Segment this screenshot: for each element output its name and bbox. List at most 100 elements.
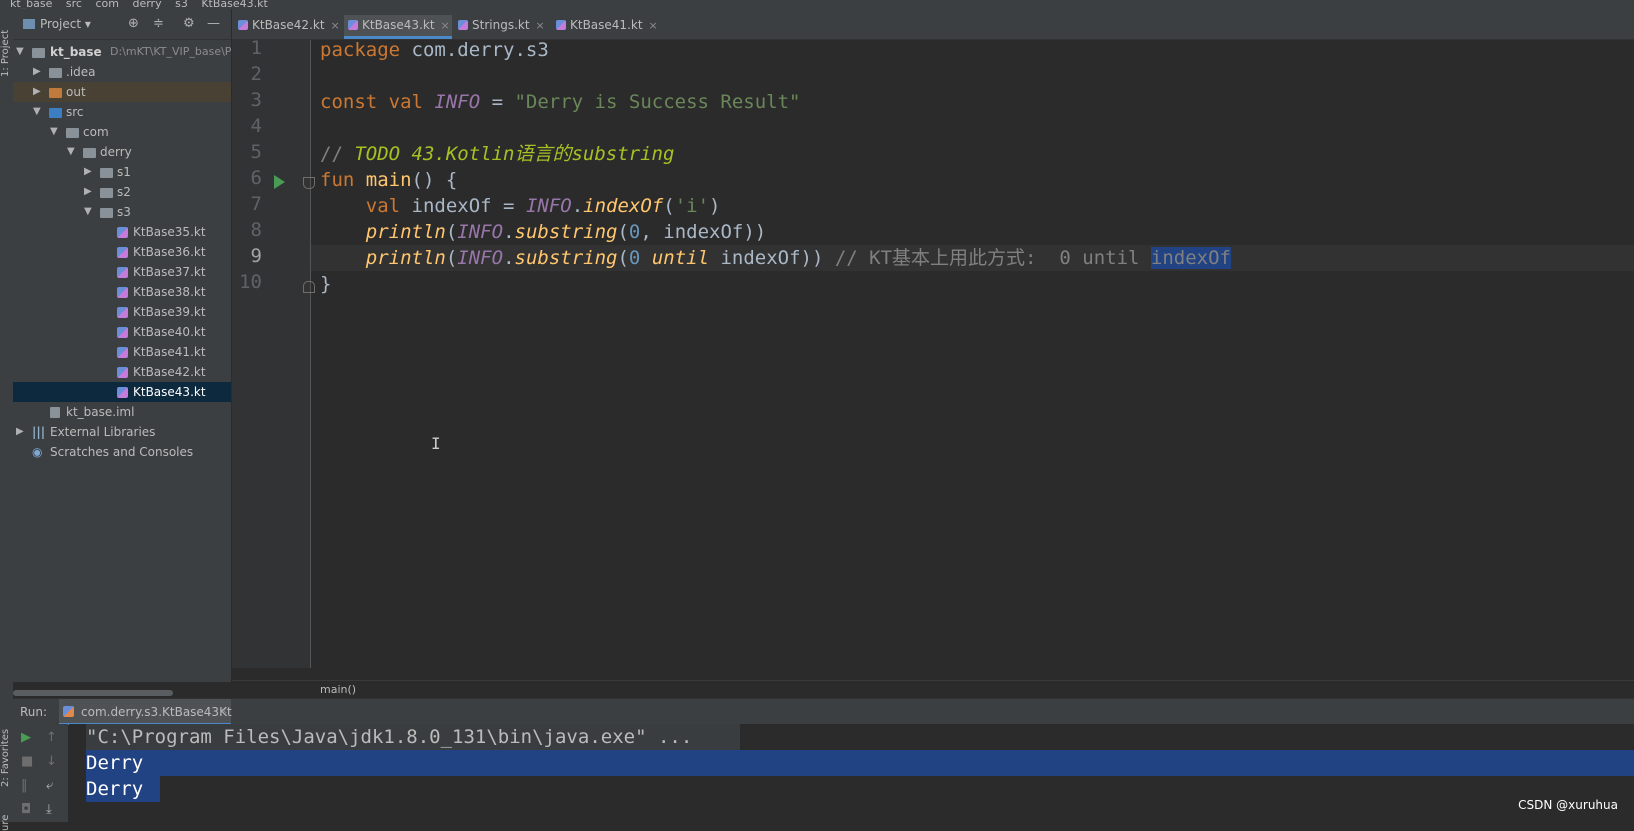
stop-icon[interactable]: ■ [21, 754, 33, 769]
line-number: 7 [250, 193, 262, 215]
project-view-selector[interactable]: Project ▾ [23, 17, 91, 31]
tree-item-s1[interactable]: ▶ s1 [13, 162, 231, 182]
chevron-down-icon: ▾ [84, 17, 91, 31]
close-icon[interactable]: × [441, 19, 450, 32]
close-icon[interactable]: × [219, 704, 228, 717]
chevron-down-icon[interactable]: ▼ [50, 122, 58, 142]
tree-file-ktbase39[interactable]: KtBase39.kt [13, 302, 231, 322]
crumb-derry[interactable]: derry [132, 0, 161, 9]
chevron-right-icon[interactable]: ▶ [84, 182, 92, 202]
kotlin-file-icon [458, 20, 468, 30]
crumb-file[interactable]: KtBase43.kt [201, 0, 268, 9]
favorites-tool-button[interactable]: 2: Favorites [0, 729, 11, 787]
rerun-icon[interactable]: ▶ [21, 730, 31, 745]
token-text: ( [663, 195, 675, 217]
token-text: ( [617, 247, 629, 269]
camera-icon[interactable]: ◘ [21, 802, 31, 817]
tab-label: KtBase41.kt [570, 18, 643, 32]
chevron-right-icon[interactable]: ▶ [84, 162, 92, 182]
tree-item-label: KtBase41.kt [133, 345, 206, 359]
locate-icon[interactable]: ⊕ [128, 16, 139, 31]
tree-item-label: KtBase38.kt [133, 285, 206, 299]
crumb-src[interactable]: src [66, 0, 82, 9]
crumb-com[interactable]: com [95, 0, 119, 9]
token-text: . [503, 221, 515, 243]
scratches-icon: ◉ [32, 445, 43, 459]
tree-horizontal-scrollbar[interactable] [13, 690, 173, 696]
chevron-down-icon[interactable]: ▼ [16, 42, 24, 62]
close-icon[interactable]: × [536, 19, 545, 32]
project-tool-button[interactable]: 1: Project [0, 30, 11, 77]
tree-item-label: src [66, 105, 84, 119]
close-icon[interactable]: × [331, 19, 340, 32]
tree-file-ktbase40[interactable]: KtBase40.kt [13, 322, 231, 342]
tree-item-out[interactable]: ▶ out [13, 82, 231, 102]
tree-item-src[interactable]: ▼ src [13, 102, 231, 122]
kotlin-file-icon [117, 327, 128, 338]
tree-item-com[interactable]: ▼ com [13, 122, 231, 142]
arrow-up-icon[interactable]: ↑ [46, 730, 57, 745]
kotlin-file-icon [556, 20, 566, 30]
tree-item-external-libraries[interactable]: ▶ ||| External Libraries [13, 422, 231, 442]
tree-file-ktbase41[interactable]: KtBase41.kt [13, 342, 231, 362]
tree-item-idea[interactable]: ▶ .idea [13, 62, 231, 82]
tab-strings[interactable]: Strings.kt × [454, 15, 550, 39]
tab-run-config[interactable]: com.derry.s3.KtBase43Kt × [59, 699, 232, 725]
line-number: 2 [250, 63, 262, 85]
tree-file-ktbase35[interactable]: KtBase35.kt [13, 222, 231, 242]
chevron-right-icon[interactable]: ▶ [16, 422, 24, 442]
tree-item-s2[interactable]: ▶ s2 [13, 182, 231, 202]
tree-file-ktbase37[interactable]: KtBase37.kt [13, 262, 231, 282]
token-keyword: package [320, 39, 401, 61]
console-output[interactable]: "C:\Program Files\Java\jdk1.8.0_131\bin\… [69, 724, 1634, 822]
tree-file-ktbase38[interactable]: KtBase38.kt [13, 282, 231, 302]
collapse-all-icon[interactable]: ≑ [153, 16, 164, 31]
crumb-s3[interactable]: s3 [175, 0, 188, 9]
chevron-right-icon[interactable]: ▶ [33, 62, 41, 82]
tree-file-ktbase42[interactable]: KtBase42.kt [13, 362, 231, 382]
code-editor[interactable]: package com.derry.s3 const val INFO = "D… [311, 39, 1634, 668]
breadcrumb-main[interactable]: main() [320, 683, 356, 696]
token-text: ) [709, 195, 721, 217]
token-text: ( [445, 247, 458, 269]
tree-item-scratches[interactable]: ◉ Scratches and Consoles [13, 442, 231, 462]
gear-icon[interactable]: ⚙ [183, 16, 195, 31]
token-text: ( [445, 221, 458, 243]
structure-tool-button[interactable]: ure [0, 815, 11, 831]
scroll-to-end-icon[interactable]: ⤓ [46, 802, 52, 817]
chevron-down-icon[interactable]: ▼ [33, 102, 41, 122]
tab-ktbase41[interactable]: KtBase41.kt × [552, 15, 658, 39]
line-number: 3 [250, 89, 262, 111]
close-icon[interactable]: × [649, 19, 658, 32]
tree-item-kt-base[interactable]: ▼ kt_base D:\mKT\KT_VIP_base\Pr [13, 42, 236, 62]
tree-item-label: KtBase40.kt [133, 325, 206, 339]
hide-icon[interactable]: — [207, 16, 220, 31]
pause-icon[interactable]: ‖ [21, 778, 28, 793]
token-keyword: const val [320, 91, 435, 113]
run-panel-header: Run: com.derry.s3.KtBase43Kt × [13, 698, 1634, 725]
tree-item-label: KtBase43.kt [133, 385, 206, 399]
chevron-down-icon[interactable]: ▼ [67, 142, 75, 162]
tab-ktbase42[interactable]: KtBase42.kt × [234, 15, 342, 39]
token-text: . [503, 247, 515, 269]
tree-file-ktbase43[interactable]: KtBase43.kt [13, 382, 231, 402]
arrow-down-icon[interactable]: ↓ [46, 754, 57, 769]
chevron-down-icon[interactable]: ▼ [84, 202, 92, 222]
package-icon [83, 148, 96, 158]
kotlin-file-icon [348, 20, 358, 30]
crumb-kt-base[interactable]: kt_base [10, 0, 52, 9]
token-text: indexOf)) [709, 247, 835, 269]
tree-item-s3[interactable]: ▼ s3 [13, 202, 231, 222]
kotlin-file-icon [117, 287, 128, 298]
tree-item-derry[interactable]: ▼ derry [13, 142, 231, 162]
tree-item-iml[interactable]: kt_base.iml [13, 402, 231, 422]
tree-item-label: KtBase36.kt [133, 245, 206, 259]
soft-wrap-icon[interactable]: ⤶ [46, 778, 53, 793]
run-gutter-icon[interactable] [274, 175, 285, 189]
tab-ktbase43[interactable]: KtBase43.kt × [344, 15, 452, 39]
selected-text[interactable]: indexOf [1150, 247, 1231, 269]
chevron-right-icon[interactable]: ▶ [33, 82, 41, 102]
tree-file-ktbase36[interactable]: KtBase36.kt [13, 242, 231, 262]
